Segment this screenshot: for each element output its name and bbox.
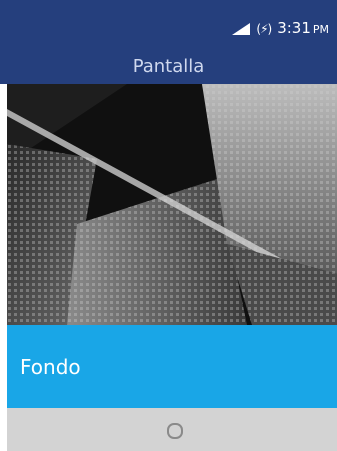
softkey-bar	[7, 408, 337, 451]
battery-charging-icon: (⚡)	[256, 22, 272, 36]
home-circle-icon[interactable]	[166, 422, 184, 440]
wallpaper-preview	[7, 84, 337, 325]
status-indicators: (⚡) 3:31 PM	[232, 20, 329, 38]
menu-item-label: Fondo	[20, 355, 81, 379]
title-bar: Pantalla	[0, 48, 337, 84]
signal-icon	[232, 23, 251, 35]
wallpaper-image	[7, 84, 337, 325]
page-title: Pantalla	[132, 56, 205, 77]
menu-item-fondo[interactable]: Fondo	[7, 325, 337, 408]
status-time: 3:31 PM	[277, 19, 329, 37]
status-bar: (⚡) 3:31 PM	[0, 0, 337, 48]
